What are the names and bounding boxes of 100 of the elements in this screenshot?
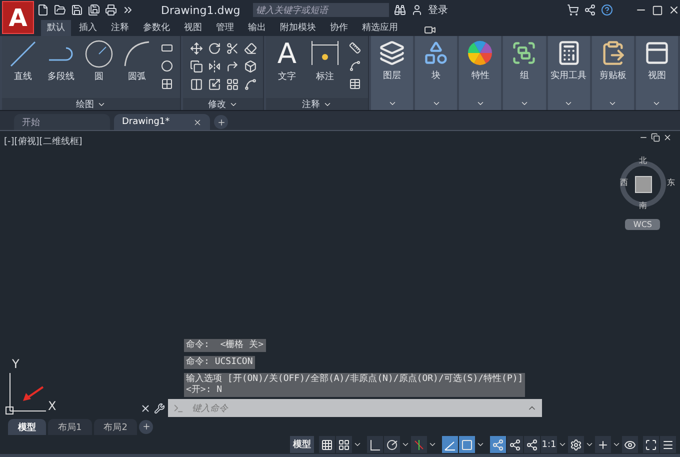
status-toggle[interactable] xyxy=(622,436,638,453)
tool-button[interactable]: 直线 xyxy=(14,70,32,83)
cart-icon[interactable] xyxy=(567,4,579,16)
ribbon-tab[interactable]: 管理 xyxy=(210,20,240,36)
ribbon-tab[interactable]: 插入 xyxy=(73,20,103,36)
new-layout-button[interactable] xyxy=(139,420,154,434)
annotation-scale-button[interactable]: 1:1 xyxy=(541,436,557,453)
tool-button[interactable]: 圆弧 xyxy=(128,70,146,83)
close-icon[interactable] xyxy=(668,4,680,16)
ribbon-panel-button[interactable]: 视图 xyxy=(636,36,678,110)
status-toggle[interactable] xyxy=(524,436,540,453)
move-icon[interactable] xyxy=(190,42,202,54)
array-icon[interactable] xyxy=(226,78,238,90)
ribbon-tab[interactable]: 默认 xyxy=(41,20,71,36)
leader-icon[interactable] xyxy=(349,60,361,72)
close-icon[interactable] xyxy=(193,118,202,126)
binoculars-icon[interactable] xyxy=(394,4,406,16)
command-input[interactable]: 键入命令 xyxy=(190,402,521,414)
ribbon-panel-button[interactable]: 块 xyxy=(415,36,458,110)
cube-icon[interactable] xyxy=(244,60,256,72)
panel-title[interactable]: 注释 xyxy=(302,98,320,110)
ellipse-icon[interactable] xyxy=(161,60,173,72)
ribbon-tab[interactable]: 附加模块 xyxy=(274,20,322,36)
status-toggle[interactable] xyxy=(336,436,352,453)
app-logo[interactable]: A xyxy=(2,1,34,34)
table-icon[interactable] xyxy=(349,78,361,90)
ribbon-tab[interactable]: 参数化 xyxy=(137,20,176,36)
print-icon[interactable] xyxy=(105,4,117,16)
model-space-button[interactable]: 模型 xyxy=(290,436,314,453)
user-icon[interactable] xyxy=(411,4,424,16)
color-wheel-icon xyxy=(467,40,494,66)
status-toggle[interactable] xyxy=(319,436,335,453)
panel-title[interactable]: 绘图 xyxy=(76,98,94,110)
ribbon-panel-button[interactable]: 特性 xyxy=(459,36,502,110)
tool-button[interactable]: 标注 xyxy=(316,70,334,83)
eraser-icon[interactable] xyxy=(244,42,256,54)
status-toggle[interactable] xyxy=(568,436,584,453)
video-icon[interactable] xyxy=(424,24,436,36)
tool-button[interactable]: 文字 xyxy=(278,70,296,83)
layout-tab[interactable]: 模型 xyxy=(8,418,46,436)
caret-icon xyxy=(388,99,397,108)
ribbon-tab[interactable]: 视图 xyxy=(178,20,208,36)
status-toggle[interactable] xyxy=(595,436,611,453)
open-folder-icon[interactable] xyxy=(54,4,66,16)
text-tool-icon[interactable]: A xyxy=(277,39,297,69)
sign-in-link[interactable]: 登录 xyxy=(428,3,448,17)
save-icon[interactable] xyxy=(71,4,83,16)
close-icon[interactable] xyxy=(663,133,672,142)
ucs-menu[interactable]: WCS xyxy=(625,219,660,230)
caret-icon[interactable] xyxy=(612,440,621,449)
document-tab[interactable]: 开始 xyxy=(14,114,110,130)
caret-icon[interactable] xyxy=(428,440,437,449)
new-tab-button[interactable] xyxy=(214,115,228,129)
caret-icon[interactable] xyxy=(401,440,410,449)
restore-icon[interactable] xyxy=(651,133,660,142)
status-toggle[interactable] xyxy=(384,436,400,453)
more-icon[interactable] xyxy=(122,4,134,16)
layout-tab[interactable]: 布局2 xyxy=(94,418,138,436)
status-toggle[interactable] xyxy=(411,436,427,453)
mirror-icon[interactable] xyxy=(208,60,220,72)
maximize-icon[interactable] xyxy=(652,4,663,16)
rectangle-icon[interactable] xyxy=(161,42,173,54)
plus-icon xyxy=(597,438,609,450)
caret-icon[interactable] xyxy=(476,440,485,449)
caret-icon[interactable] xyxy=(353,440,362,449)
viewport-label[interactable]: [-][俯视][二维线框] xyxy=(4,135,82,148)
caret-icon[interactable] xyxy=(558,440,567,449)
drawing-canvas[interactable]: [-][俯视][二维线框] 北 西 东 南 WCS Y X 命令: <栅格 关> 命令: UCSICON 输入选项 [开(ON)/关(OFF)/全部(A)/非原点(N)/原点(OR)/可选(S)/特性(P)] <开>: N 键入命令 xyxy=(0,130,680,419)
wrench-icon[interactable] xyxy=(154,402,165,414)
document-tab[interactable]: Drawing1* xyxy=(114,114,210,130)
ribbon-panel-button[interactable]: 组 xyxy=(503,36,546,110)
status-toggle[interactable] xyxy=(490,436,506,453)
scissors-icon[interactable] xyxy=(226,42,238,54)
tool-button[interactable]: 多段线 xyxy=(48,70,74,83)
layout-tab[interactable]: 布局1 xyxy=(48,418,92,436)
help-icon[interactable] xyxy=(601,4,613,16)
copy-icon[interactable] xyxy=(190,60,202,72)
viewcube-face[interactable] xyxy=(634,176,652,192)
ribbon-panel-button[interactable]: 图层 xyxy=(371,36,414,110)
new-file-icon[interactable] xyxy=(37,4,49,16)
status-toggle[interactable] xyxy=(459,436,475,453)
scale-icon[interactable] xyxy=(208,78,220,90)
ribbon-panel-button[interactable]: 实用工具 xyxy=(548,36,590,110)
status-toggle[interactable] xyxy=(643,436,659,453)
save-as-icon[interactable] xyxy=(88,4,100,16)
rotate-icon[interactable] xyxy=(208,42,220,54)
search-field[interactable]: 键入关键字或短语 xyxy=(253,3,390,17)
ribbon-tab[interactable]: 协作 xyxy=(324,20,354,36)
tool-button[interactable]: 圆 xyxy=(94,70,104,83)
status-toggle[interactable] xyxy=(442,436,458,453)
ribbon-tab[interactable]: 注释 xyxy=(105,20,135,36)
caret-icon[interactable] xyxy=(585,440,594,449)
status-toggle[interactable] xyxy=(367,436,383,453)
command-history-entry: 输入选项 [开(ON)/关(OFF)/全部(A)/非原点(N)/原点(OR)/可选(S)/特性(P)] <开>: N xyxy=(184,373,526,397)
ribbon-tab[interactable]: 精选应用 xyxy=(356,20,404,36)
ribbon-tab[interactable]: 输出 xyxy=(242,20,272,36)
status-toggle[interactable] xyxy=(660,436,676,453)
ribbon-panel-button[interactable]: 剪贴板 xyxy=(592,36,634,110)
status-toggle[interactable] xyxy=(507,436,523,453)
close-icon[interactable] xyxy=(140,402,151,414)
